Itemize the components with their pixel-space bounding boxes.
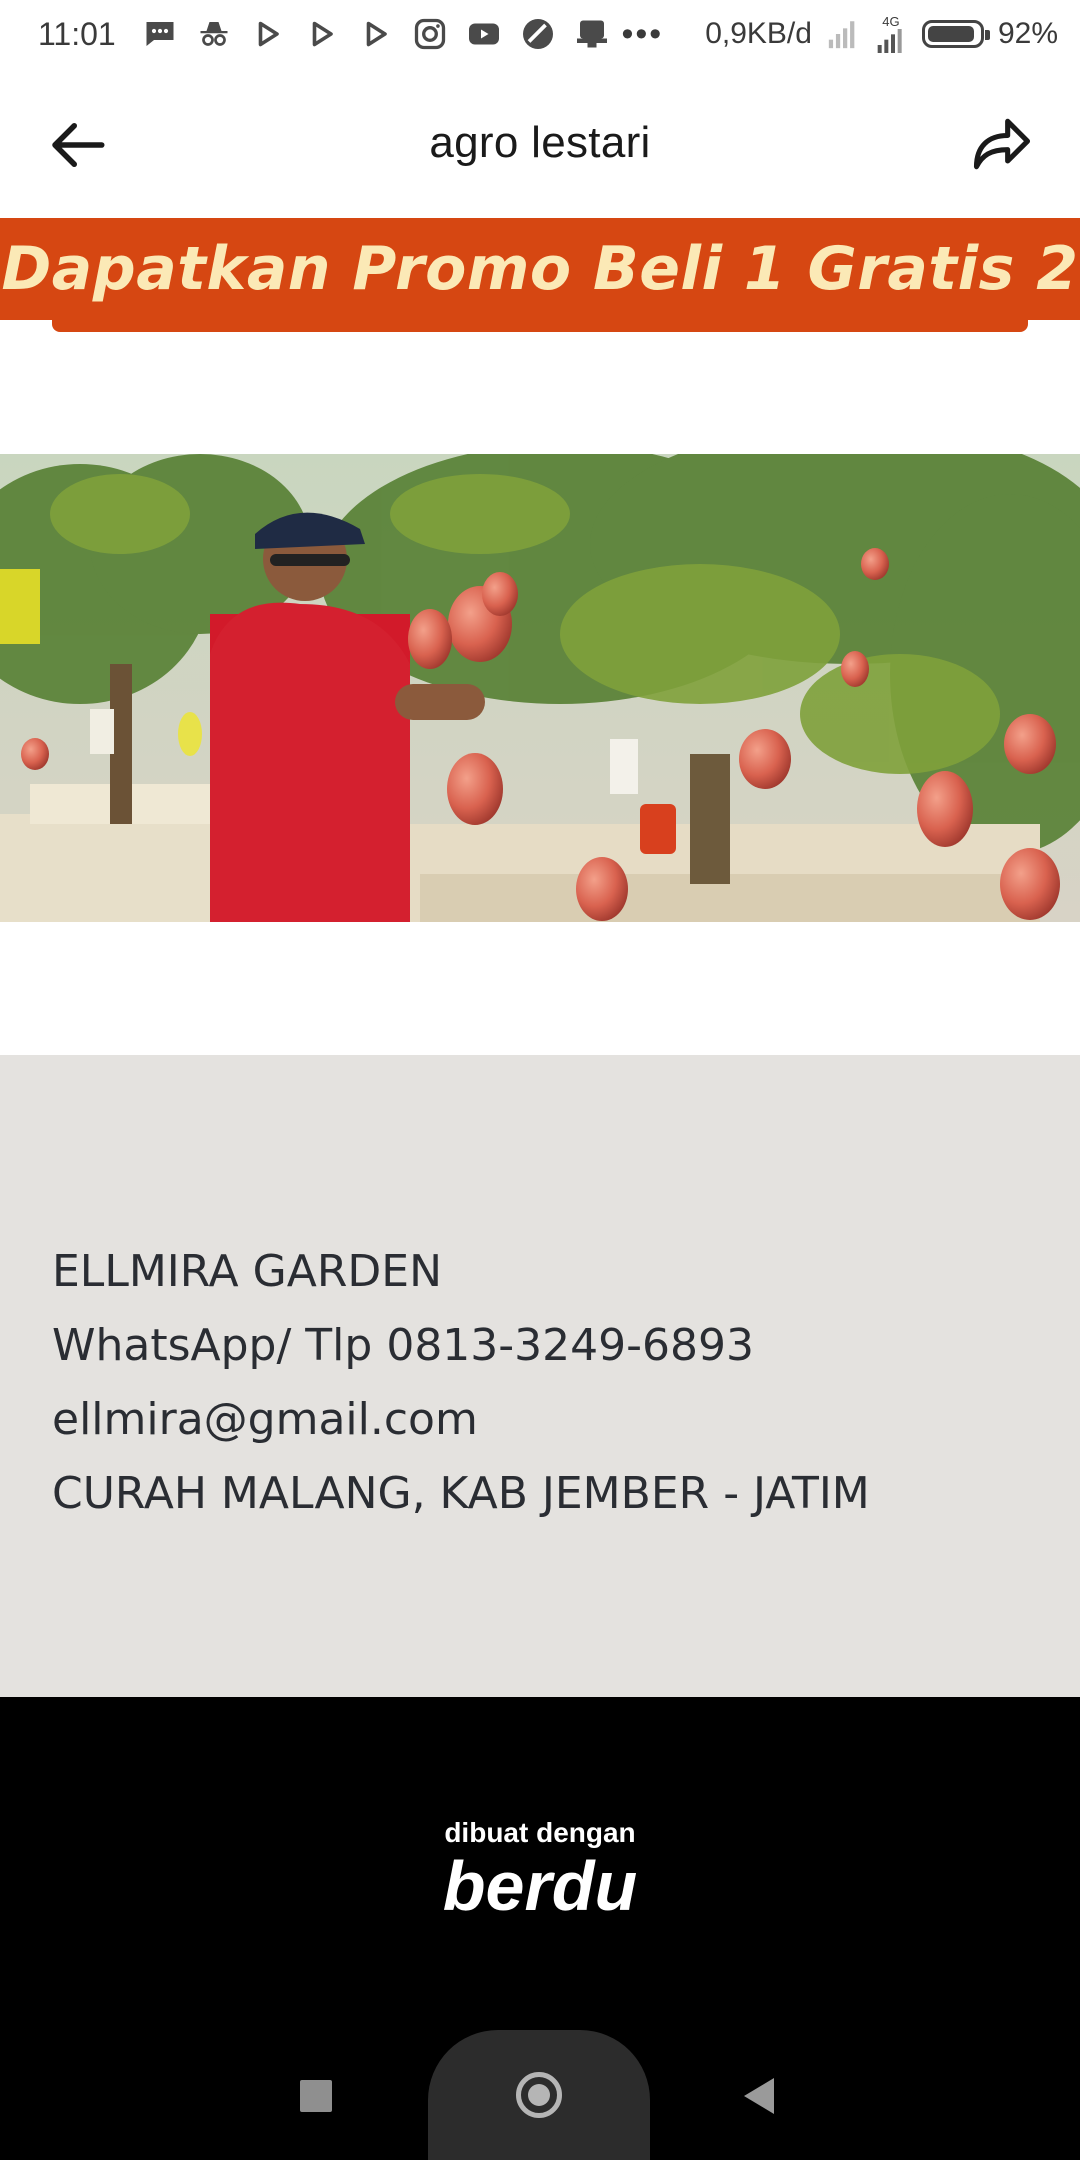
- signal-icon: [826, 17, 860, 51]
- promo-banner[interactable]: Dapatkan Promo Beli 1 Gratis 2: [0, 218, 1080, 320]
- promo-text: Dapatkan Promo Beli 1 Gratis 2: [1, 234, 1079, 304]
- contact-lines: ELLMIRA GARDEN WhatsApp/ Tlp 0813-3249-6…: [52, 1235, 870, 1531]
- contact-section: ELLMIRA GARDEN WhatsApp/ Tlp 0813-3249-6…: [0, 1055, 1080, 1697]
- play-store-icon: [250, 16, 286, 52]
- battery-percent: 92%: [997, 17, 1058, 50]
- recents-icon[interactable]: [300, 2080, 332, 2112]
- made-with-berdu[interactable]: dibuat dengan berdu: [0, 1817, 1080, 1921]
- youtube-icon: [466, 16, 502, 52]
- signal-4g-icon: [874, 29, 908, 53]
- share-icon[interactable]: [968, 110, 1036, 178]
- app-icon: [520, 16, 556, 52]
- berdu-logo: berdu: [442, 1847, 638, 1925]
- email-address[interactable]: ellmira@gmail.com: [52, 1383, 870, 1457]
- instagram-icon: [412, 16, 448, 52]
- page-title: agro lestari: [429, 118, 651, 167]
- product-photo: [0, 454, 1080, 922]
- back-icon[interactable]: [744, 2078, 774, 2114]
- play-store-icon: [304, 16, 340, 52]
- made-with-label: dibuat dengan: [444, 1817, 636, 1848]
- arrow-left-icon[interactable]: [44, 112, 110, 178]
- status-bar: 11:01 ••• 0,9KB/d 4G 92%: [0, 0, 1080, 68]
- printer-icon: [574, 16, 610, 52]
- promo-banner-tab: [52, 320, 1028, 332]
- phone-number[interactable]: WhatsApp/ Tlp 0813-3249-6893: [52, 1309, 870, 1383]
- play-store-icon: [358, 16, 394, 52]
- app-bar: agro lestari: [0, 68, 1080, 218]
- address: CURAH MALANG, KAB JEMBER - JATIM: [52, 1468, 870, 1519]
- overflow-dots: •••: [621, 14, 664, 53]
- battery-icon: [921, 20, 990, 48]
- incognito-icon: [196, 16, 232, 52]
- battery-level: [927, 26, 974, 42]
- network-type: 4G: [874, 15, 908, 53]
- business-name: ELLMIRA GARDEN: [52, 1246, 443, 1297]
- home-icon[interactable]: [516, 2072, 562, 2118]
- message-icon: [142, 16, 178, 52]
- network-speed: 0,9KB/d: [705, 17, 812, 50]
- status-time: 11:01: [38, 15, 116, 52]
